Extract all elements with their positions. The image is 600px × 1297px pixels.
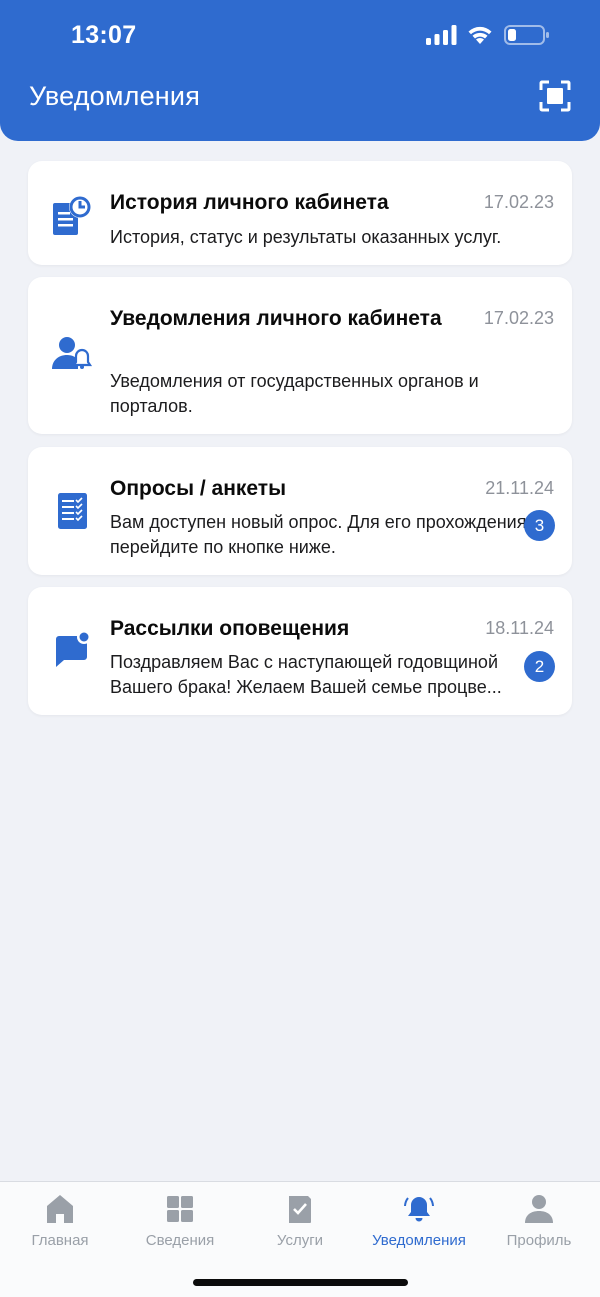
home-icon bbox=[47, 1195, 73, 1223]
cellular-signal-icon bbox=[426, 25, 457, 45]
notification-description: Вам доступен новый опрос. Для его прохож… bbox=[110, 512, 527, 557]
tab-profile[interactable]: Профиль bbox=[479, 1182, 599, 1262]
notification-description: Уведомления от государственных органов и… bbox=[110, 371, 479, 416]
notification-card-cabinet[interactable]: Уведомления личного кабинета 17.02.23 Ув… bbox=[28, 277, 572, 434]
scan-icon[interactable] bbox=[539, 80, 571, 112]
status-icons bbox=[426, 22, 556, 48]
tab-label: Сведения bbox=[145, 1232, 215, 1249]
document-check-icon bbox=[289, 1196, 311, 1223]
history-document-clock-icon bbox=[53, 196, 91, 235]
unread-count-badge: 2 bbox=[524, 651, 555, 682]
page-title: Уведомления bbox=[29, 81, 201, 111]
user-icon bbox=[525, 1195, 553, 1223]
bell-icon bbox=[404, 1197, 434, 1222]
notification-date: 17.02.23 bbox=[483, 308, 554, 328]
notification-card-history[interactable]: История личного кабинета 17.02.23 Истори… bbox=[28, 161, 572, 265]
notification-date: 18.11.24 bbox=[485, 618, 554, 638]
notification-card-mailings[interactable]: Рассылки оповещения 18.11.24 Поздравляем… bbox=[28, 587, 572, 715]
tab-label: Уведомления bbox=[372, 1232, 466, 1249]
tab-label: Услуги bbox=[276, 1232, 324, 1249]
tab-label: Профиль bbox=[506, 1232, 572, 1249]
home-indicator bbox=[193, 1279, 408, 1286]
survey-checklist-icon bbox=[58, 493, 87, 529]
tab-notifications[interactable]: Уведомления bbox=[359, 1182, 479, 1262]
notification-description: История, статус и результаты оказанных у… bbox=[110, 227, 502, 247]
notification-title: Опросы / анкеты bbox=[110, 477, 287, 500]
notification-title: Рассылки оповещения bbox=[110, 617, 350, 640]
tab-services[interactable]: Услуги bbox=[240, 1182, 360, 1262]
wifi-icon bbox=[468, 26, 492, 44]
chat-message-dot-icon bbox=[56, 630, 91, 667]
battery-icon bbox=[504, 25, 549, 45]
tab-info[interactable]: Сведения bbox=[120, 1182, 240, 1262]
tab-home[interactable]: Главная bbox=[0, 1182, 120, 1262]
notification-title: Уведомления личного кабинета bbox=[110, 307, 442, 330]
notification-title: История личного кабинета bbox=[110, 191, 389, 214]
grid-icon bbox=[167, 1196, 193, 1222]
status-time: 13:07 bbox=[71, 21, 137, 49]
notification-description: Поздравляем Вас с наступающей годовщиной… bbox=[110, 652, 502, 697]
notification-date: 21.11.24 bbox=[485, 478, 554, 498]
person-notification-icon bbox=[52, 337, 93, 369]
tab-label: Главная bbox=[31, 1232, 89, 1249]
app-header: 13:07 Уведомления bbox=[0, 0, 600, 141]
notification-card-surveys[interactable]: Опросы / анкеты 21.11.24 Вам доступен но… bbox=[28, 447, 572, 575]
notification-date: 17.02.23 bbox=[483, 192, 554, 212]
unread-count-badge: 3 bbox=[524, 510, 555, 541]
